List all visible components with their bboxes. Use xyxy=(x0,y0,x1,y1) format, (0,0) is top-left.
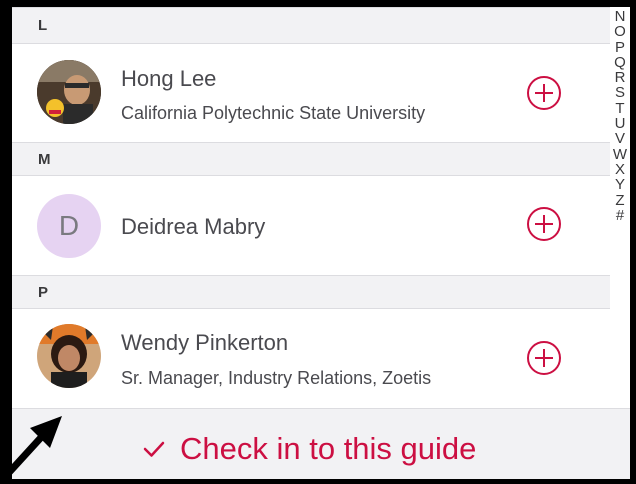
alphabet-index[interactable]: N O P Q R S T U V W X Y Z # xyxy=(612,9,628,223)
section-letter: L xyxy=(38,17,48,34)
avatar-initial: D xyxy=(37,194,101,258)
add-contact-button[interactable] xyxy=(527,76,561,110)
add-contact-button[interactable] xyxy=(527,341,561,375)
contact-row-deidrea-mabry[interactable]: D Deidrea Mabry xyxy=(12,176,610,275)
avatar-photo xyxy=(37,324,101,388)
section-letter: M xyxy=(38,150,51,168)
avatar xyxy=(37,324,101,388)
section-header-m: M xyxy=(12,142,610,176)
frame-border xyxy=(0,0,636,7)
index-letter[interactable]: X xyxy=(615,162,625,178)
frame-border xyxy=(630,0,636,484)
index-letter[interactable]: U xyxy=(615,116,626,132)
frame-border xyxy=(0,479,636,484)
checkmark-icon xyxy=(143,441,165,457)
add-contact-button[interactable] xyxy=(527,207,561,241)
index-letter[interactable]: S xyxy=(615,85,625,101)
contact-subtitle: Sr. Manager, Industry Relations, Zoetis xyxy=(121,368,432,388)
index-letter[interactable]: R xyxy=(615,70,626,86)
index-letter[interactable]: P xyxy=(615,39,625,55)
check-in-bar[interactable]: Check in to this guide xyxy=(12,408,630,484)
section-header-l: L xyxy=(12,7,610,44)
index-letter[interactable]: V xyxy=(615,131,625,147)
frame-border xyxy=(0,0,12,484)
index-letter[interactable]: # xyxy=(616,208,624,224)
index-letter[interactable]: O xyxy=(614,24,626,40)
index-letter[interactable]: N xyxy=(615,9,626,25)
check-in-button[interactable]: Check in to this guide xyxy=(142,431,476,467)
index-letter[interactable]: W xyxy=(613,146,627,162)
contact-name: Deidrea Mabry xyxy=(121,214,266,239)
contact-row-wendy-pinkerton[interactable]: Wendy Pinkerton Sr. Manager, Industry Re… xyxy=(12,309,610,408)
contact-subtitle: California Polytechnic State University xyxy=(121,103,426,123)
contact-name: Wendy Pinkerton xyxy=(121,330,289,355)
contact-name: Hong Lee xyxy=(121,66,217,91)
contact-row-hong-lee[interactable]: Hong Lee California Polytechnic State Un… xyxy=(12,44,610,142)
index-letter[interactable]: Y xyxy=(615,177,625,193)
index-letter[interactable]: Q xyxy=(614,55,626,71)
section-header-p: P xyxy=(12,275,610,309)
index-letter[interactable]: T xyxy=(615,100,624,116)
avatar-initial-letter: D xyxy=(58,210,80,241)
index-letter[interactable]: Z xyxy=(615,192,624,208)
check-in-label: Check in to this guide xyxy=(180,431,477,466)
avatar xyxy=(37,60,101,124)
avatar-photo xyxy=(37,60,101,124)
contact-list-screen: L Hong Lee California Polytechnic State … xyxy=(12,0,630,484)
section-letter: P xyxy=(38,283,49,301)
